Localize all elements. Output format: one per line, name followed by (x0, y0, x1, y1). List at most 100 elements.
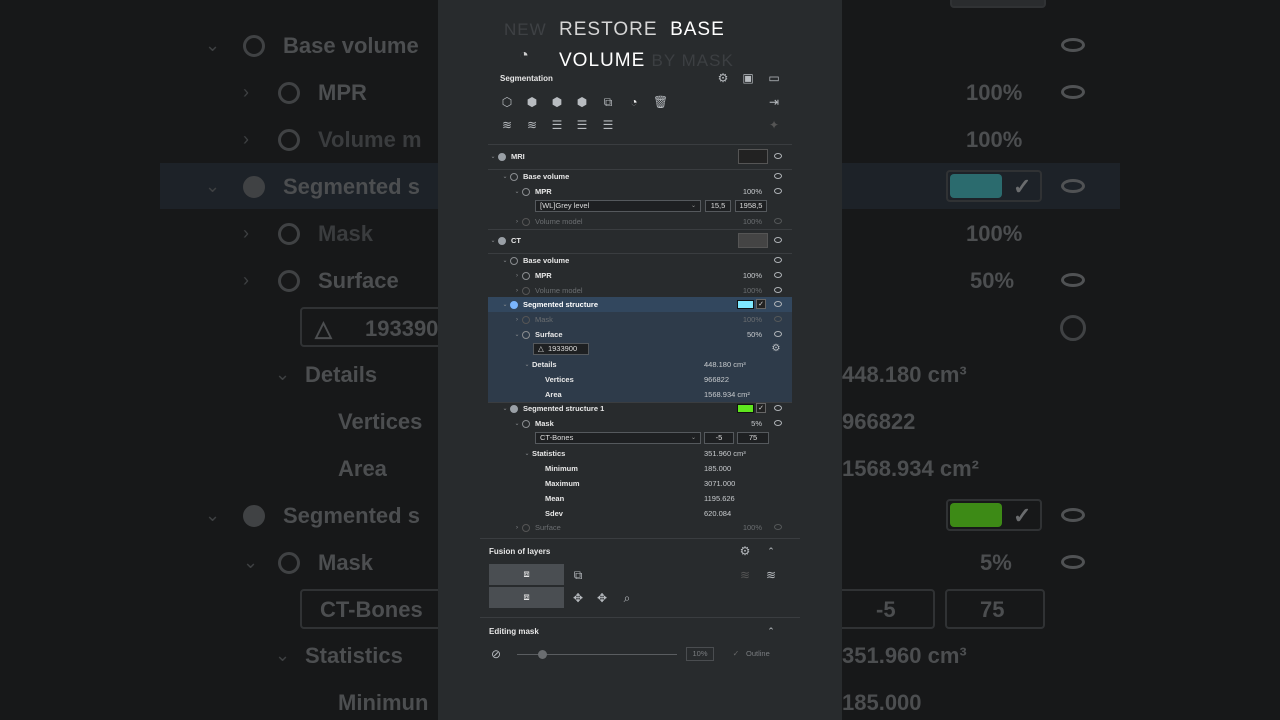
eye-icon[interactable] (774, 316, 782, 322)
tree-row-seg-mask[interactable]: › Mask 100% (488, 312, 792, 327)
bg-hex-icon (243, 505, 265, 527)
chevron-down-icon[interactable]: ⌄ (488, 237, 498, 244)
tree-row-ct-base[interactable]: ⌄ Base volume (488, 253, 792, 268)
tree-row-seg1-statistics[interactable]: ⌄ Statistics 351.960 cm³ (488, 446, 792, 461)
zoom-icon[interactable]: ⌕ (620, 591, 634, 605)
volume-model-icon (522, 217, 530, 226)
new-segment-icon[interactable]: ⬡ (500, 95, 514, 109)
tree-row-mri-volmodel[interactable]: › Volume model 100% (488, 214, 792, 229)
tree-row-ct[interactable]: ⌄ CT (488, 233, 792, 248)
chevron-down-icon[interactable]: ⌄ (500, 173, 510, 180)
move-axis-icon[interactable]: ✥ (595, 591, 609, 605)
gear-icon[interactable]: ⚙ (738, 544, 752, 558)
check-icon[interactable]: ✓ (756, 403, 766, 413)
export-icon[interactable]: ⇥ (767, 95, 781, 109)
eye-icon[interactable] (774, 173, 782, 179)
pin-icon[interactable]: ✦ (767, 118, 781, 132)
move-icon[interactable]: ✥ (571, 591, 585, 605)
window-max-input[interactable]: 1958,5 (735, 200, 767, 212)
list-bullets-icon[interactable]: ☰ (575, 118, 589, 132)
chevron-down-icon[interactable]: ⌄ (488, 153, 498, 160)
overlay-title-line2: VOLUME BY MASK (559, 50, 734, 72)
chevron-right-icon[interactable]: › (512, 288, 522, 294)
chevron-down-icon[interactable]: ⌄ (512, 331, 522, 338)
chevron-down-icon[interactable]: ⌄ (512, 420, 522, 427)
chevron-right-icon[interactable]: › (512, 273, 522, 279)
mask-icon (522, 315, 530, 324)
eye-icon[interactable] (774, 272, 782, 278)
tree-row-seg-surface[interactable]: ⌄ Surface 50% (488, 327, 792, 342)
opacity-slider-handle[interactable] (538, 650, 547, 659)
layers-disabled-icon[interactable]: ≋ (738, 568, 752, 582)
chevron-down-icon[interactable]: ⌄ (522, 450, 532, 457)
list-collapse-icon[interactable]: ☰ (601, 118, 615, 132)
threshold-min-input[interactable]: -5 (704, 432, 734, 444)
tree-row-mri[interactable]: ⌄ MRI (488, 149, 792, 164)
layers-button[interactable]: ⧈ (489, 564, 564, 585)
layers-auto-button[interactable]: ⧈ (489, 587, 564, 608)
tree-row-segmented-structure-1[interactable]: ⌄ Segmented structure 1 ✓ (488, 401, 792, 416)
layers-sync-icon[interactable]: ≋ (764, 568, 778, 582)
tree-row-ct-volmodel[interactable]: › Volume model 100% (488, 283, 792, 298)
eye-icon[interactable] (774, 218, 782, 224)
tree-row-seg-details[interactable]: ⌄ Details 448.180 cm³ (488, 357, 792, 372)
lut-select[interactable]: [WL]Grey level ⌄ (535, 200, 701, 212)
settings-gear-icon[interactable]: ⚙ (716, 71, 730, 85)
eye-icon[interactable] (774, 420, 782, 426)
layers-down-icon[interactable]: ≋ (500, 118, 514, 132)
eye-icon[interactable] (774, 237, 782, 243)
chevron-down-icon[interactable]: ⌄ (500, 257, 510, 264)
check-icon[interactable]: ✓ (756, 299, 766, 309)
eye-off-icon[interactable]: ⊘ (489, 647, 503, 661)
segment-cube-icon[interactable]: ⬢ (550, 95, 564, 109)
chevron-right-icon[interactable]: › (512, 317, 522, 323)
eye-icon[interactable] (774, 257, 782, 263)
copy-icon[interactable]: ⧉ (601, 95, 615, 109)
window-min-input[interactable]: 15,5 (705, 200, 731, 212)
opacity-input[interactable]: 10% (686, 647, 714, 661)
tree-row-ct-mpr[interactable]: › MPR 100% (488, 268, 792, 283)
segment-cube-icon[interactable]: ⬢ (575, 95, 589, 109)
tree-row-mri-base[interactable]: ⌄ Base volume (488, 169, 792, 184)
tree-row-mri-mpr[interactable]: ⌄ MPR 100% (488, 184, 792, 199)
eye-icon[interactable] (774, 153, 782, 159)
tree-label: Volume model (535, 217, 583, 226)
eye-icon[interactable] (774, 524, 782, 530)
mpr-icon (522, 187, 530, 196)
chevron-down-icon[interactable]: ⌄ (512, 188, 522, 195)
eye-icon[interactable] (774, 331, 782, 337)
chevron-up-icon[interactable]: ⌃ (764, 544, 778, 558)
gear-icon[interactable]: ⚙ (770, 343, 782, 355)
chevron-down-icon[interactable]: ⌄ (500, 405, 510, 412)
tree-row-segmented-structure[interactable]: ⌄ Segmented structure ✓ (488, 297, 792, 312)
bg-eye-icon (1061, 273, 1085, 287)
segment-cube-icon[interactable]: ⬢ (525, 95, 539, 109)
list-indent-icon[interactable]: ☰ (550, 118, 564, 132)
color-swatch[interactable] (737, 404, 754, 413)
tree-row-seg1-mask[interactable]: ⌄ Mask 5% (488, 416, 792, 431)
tree-row-seg1-surface[interactable]: › Surface 100% (488, 520, 792, 535)
chevron-up-icon[interactable]: ⌃ (764, 624, 778, 638)
vertices-value: 966822 (704, 375, 730, 384)
bg-label: Minimun (338, 690, 429, 715)
color-swatch[interactable] (737, 300, 754, 309)
triangle-count-field[interactable]: △ 1933900 (533, 343, 589, 355)
eye-icon[interactable] (774, 301, 782, 307)
outline-checkbox[interactable]: ✓ (731, 647, 741, 661)
eye-icon[interactable] (774, 405, 782, 411)
threshold-max-input[interactable]: 75 (737, 432, 769, 444)
mask-lut-select[interactable]: CT-Bones ⌄ (535, 432, 701, 444)
chevron-down-icon[interactable]: ⌄ (522, 361, 532, 368)
chevron-right-icon[interactable]: › (512, 525, 522, 531)
trash-icon[interactable]: 🗑 (653, 95, 668, 109)
open-folder-icon[interactable]: ▭ (767, 71, 781, 85)
chevron-down-icon[interactable]: ⌄ (500, 301, 510, 308)
chevron-right-icon[interactable]: › (512, 219, 522, 225)
save-icon[interactable]: ▣ (741, 71, 755, 85)
restore-icon[interactable]: ◔ (627, 95, 641, 109)
eye-icon[interactable] (774, 188, 782, 194)
bg-chevron-icon: › (243, 82, 249, 102)
layers-up-icon[interactable]: ≋ (525, 118, 539, 132)
duplicate-icon[interactable]: ⧉ (571, 568, 585, 582)
eye-icon[interactable] (774, 287, 782, 293)
